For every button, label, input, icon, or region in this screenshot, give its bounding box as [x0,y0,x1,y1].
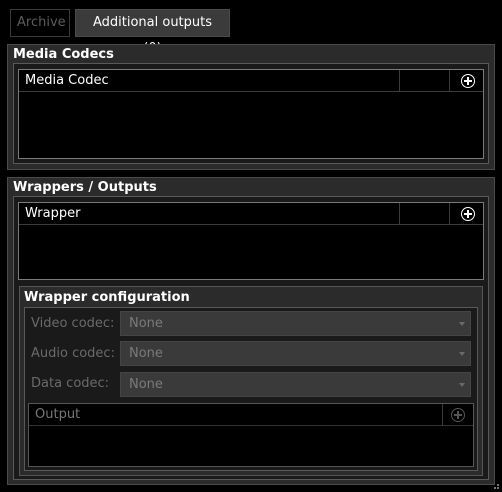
chevron-down-icon [459,322,465,326]
data-codec-value: None [129,377,163,392]
media-codec-list-header: Media Codec [19,70,483,92]
output-list-header: Output [29,404,473,426]
wrapper-list[interactable]: Wrapper [18,202,484,280]
audio-codec-value: None [129,346,163,361]
column-separator [399,203,400,225]
wrappers-outputs-group: Wrappers / Outputs Wrapper Wrapper confi… [7,177,495,485]
media-codec-list[interactable]: Media Codec [18,69,484,159]
column-separator [442,404,443,426]
chevron-down-icon [459,383,465,387]
plus-circle-icon[interactable] [451,408,465,422]
output-column-header[interactable]: Output [29,404,80,426]
wrapper-configuration-panel: Video codec: None Audio codec: None Data… [24,307,478,471]
media-codecs-panel: Media Codec [13,63,489,164]
tab-archive[interactable]: Archive [10,9,70,37]
data-codec-select[interactable]: None [120,372,471,397]
wrappers-panel: Wrapper Wrapper configuration Video code… [13,196,489,480]
wrapper-configuration-group: Wrapper configuration Video codec: None … [19,286,483,476]
column-separator [449,70,450,92]
wrapper-configuration-title: Wrapper configuration [24,290,190,305]
resize-grip-icon[interactable] [491,481,499,489]
video-codec-label: Video codec: [31,316,115,331]
data-codec-label: Data codec: [31,376,110,391]
column-separator [449,203,450,225]
chevron-down-icon [459,352,465,356]
media-codecs-title: Media Codecs [13,47,114,62]
tab-additional-outputs[interactable]: Additional outputs (0) [75,9,230,56]
video-codec-select[interactable]: None [120,311,471,336]
wrappers-outputs-title: Wrappers / Outputs [13,180,157,195]
wrapper-column-header[interactable]: Wrapper [19,203,80,225]
media-codecs-group: Media Codecs Media Codec [7,44,495,170]
video-codec-value: None [129,316,163,331]
media-codec-column-header[interactable]: Media Codec [19,70,109,92]
plus-circle-icon[interactable] [461,74,475,88]
wrapper-list-header: Wrapper [19,203,483,225]
output-list[interactable]: Output [28,403,474,467]
audio-codec-label: Audio codec: [31,346,115,361]
column-separator [399,70,400,92]
plus-circle-icon[interactable] [461,207,475,221]
audio-codec-select[interactable]: None [120,341,471,366]
